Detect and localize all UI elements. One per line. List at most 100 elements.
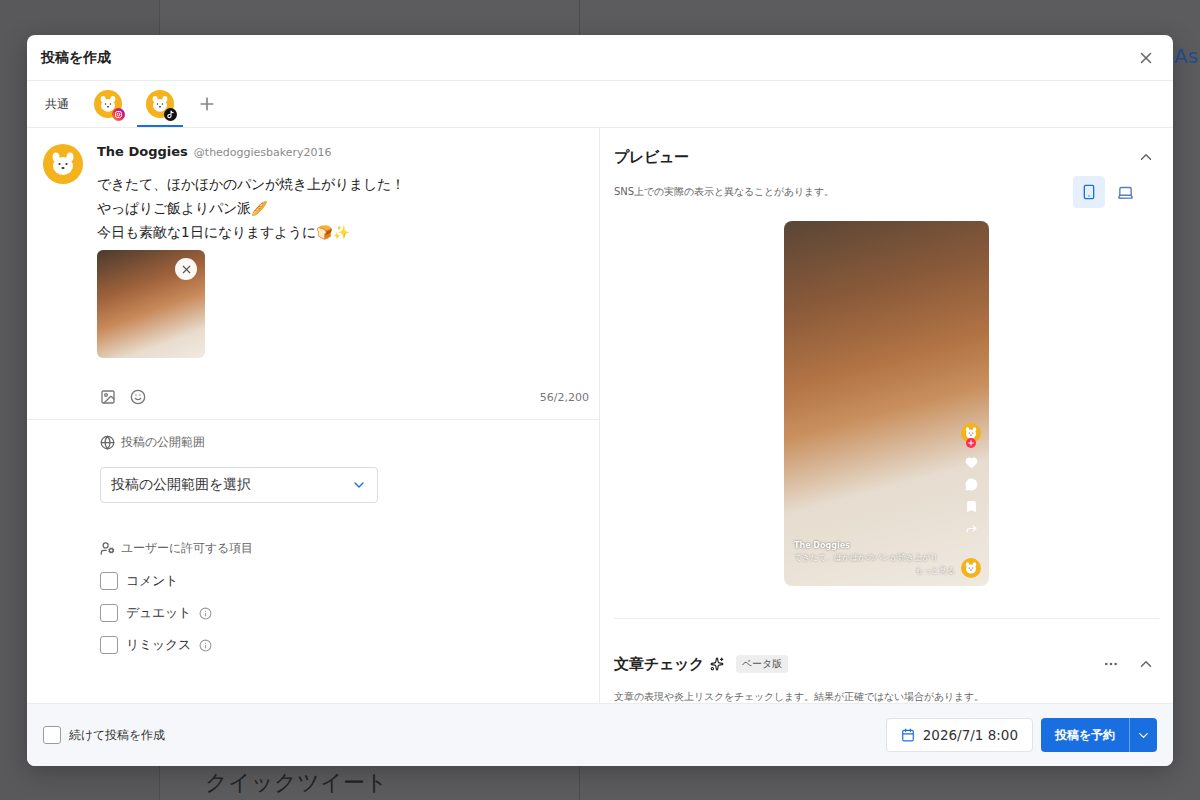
post-text[interactable]: できたて、ほかほかのパンが焼き上がりました！やっぱりご飯よりパン派🥖今日も素敵な… <box>97 172 589 244</box>
follow-badge <box>966 438 976 448</box>
chevron-up-icon <box>1137 655 1155 673</box>
checkbox[interactable] <box>100 572 118 590</box>
post-line: 今日も素敵な1日になりますように🍞✨ <box>97 220 589 244</box>
add-image-button[interactable] <box>97 386 119 408</box>
heart-icon <box>965 456 978 469</box>
char-count: 56/2,200 <box>540 391 589 404</box>
music-disc <box>961 558 981 578</box>
text-check-actions <box>1099 651 1159 677</box>
text-check-section: 文章チェックベータ版文章の表現や炎上リスクをチェックします。結果が正確ではない場… <box>614 619 1159 705</box>
chevron-down-icon <box>1136 728 1151 743</box>
visibility-select[interactable]: 投稿の公開範囲を選択 <box>100 467 378 503</box>
emoji-button[interactable] <box>127 386 149 408</box>
footer-actions: 2026/7/1 8:00投稿を予約 <box>886 718 1157 752</box>
permission-checkbox[interactable]: リミックス <box>100 629 599 661</box>
attached-image <box>97 250 205 358</box>
side-panel: プレビュー SNS上での実際の表示と異なることがあります。 The Doggiesで… <box>600 128 1173 703</box>
preview-title: プレビュー <box>614 148 689 167</box>
phone-actions <box>961 423 981 535</box>
network-badge <box>112 108 125 121</box>
instagram-icon <box>112 108 125 121</box>
continue-checkbox[interactable]: 続けて投稿を作成 <box>43 726 165 744</box>
info-icon[interactable] <box>199 607 212 620</box>
profile-avatar-icon <box>43 144 83 184</box>
text-check-header: 文章チェックベータ版 <box>614 649 1159 679</box>
chevron-up-icon <box>1137 148 1155 166</box>
device-toggles <box>1073 176 1159 208</box>
account-avatar <box>146 90 174 118</box>
phone-avatar <box>961 423 981 443</box>
more-icon <box>1103 656 1119 672</box>
preview-subrow: SNS上での実際の表示と異なることがあります。 <box>614 176 1159 208</box>
schedule-post-button[interactable]: 投稿を予約 <box>1041 718 1129 752</box>
permissions-label: ユーザーに許可する項目 <box>100 539 599 557</box>
composer-main: The Doggies @thedoggiesbakery2016 できたて、ほかほ… <box>97 144 589 415</box>
preview-note: SNS上での実際の表示と異なることがあります。 <box>614 184 834 200</box>
account-tab[interactable] <box>137 81 183 127</box>
network-badge <box>164 108 177 121</box>
phone-caption-text: できたて、ほかほかのパンが焼き上がり <box>794 552 955 563</box>
permission-checkbox[interactable]: コメント <box>100 565 599 597</box>
dialog-footer: 続けて投稿を作成 2026/7/1 8:00投稿を予約 <box>27 703 1173 766</box>
share-icon <box>965 522 978 535</box>
collapse-text-check-button[interactable] <box>1133 651 1159 677</box>
dialog-title: 投稿を作成 <box>41 49 111 67</box>
remove-icon <box>180 263 193 276</box>
post-line: できたて、ほかほかのパンが焼き上がりました！ <box>97 172 589 196</box>
device-toggle[interactable] <box>1109 176 1141 208</box>
sparkles-icon <box>710 657 724 671</box>
dialog-header: 投稿を作成 <box>27 35 1173 81</box>
close-icon <box>1137 49 1155 67</box>
plus-icon <box>197 94 217 114</box>
text-check-title: 文章チェックベータ版 <box>614 655 788 674</box>
checkbox[interactable] <box>100 604 118 622</box>
checkbox[interactable] <box>43 726 61 744</box>
tiktok-icon <box>164 108 177 121</box>
phone-caption: The Doggiesできたて、ほかほかのパンが焼き上がりもっと見る <box>794 541 955 576</box>
post-settings: 投稿の公開範囲投稿の公開範囲を選択ユーザーに許可する項目コメントデュエットリミッ… <box>27 420 599 661</box>
image-icon <box>100 389 116 405</box>
smile-icon <box>130 389 146 405</box>
dialog-body: The Doggies @thedoggiesbakery2016 できたて、ほかほ… <box>27 128 1173 703</box>
smartphone-icon <box>1081 184 1097 200</box>
bookmark-icon <box>965 500 978 513</box>
schedule-options-button[interactable] <box>1129 718 1157 752</box>
composer: The Doggies @thedoggiesbakery2016 できたて、ほかほ… <box>27 128 599 420</box>
schedule-split-button: 投稿を予約 <box>1041 718 1157 752</box>
add-account-button[interactable] <box>189 81 225 127</box>
account-name: The Doggies <box>97 144 188 159</box>
collapse-preview-button[interactable] <box>1133 144 1159 170</box>
schedule-date-field[interactable]: 2026/7/1 8:00 <box>886 718 1033 752</box>
checkbox[interactable] <box>100 636 118 654</box>
permission-checkbox[interactable]: デュエット <box>100 597 599 629</box>
account-avatar <box>94 90 122 118</box>
background-header-text: As <box>1174 44 1200 68</box>
visibility-label: 投稿の公開範囲 <box>100 433 599 451</box>
preview-section: プレビュー SNS上での実際の表示と異なることがあります。 The Doggiesで… <box>614 128 1159 619</box>
plus-icon <box>967 439 975 447</box>
laptop-icon <box>1117 184 1134 201</box>
phone-preview: The Doggiesできたて、ほかほかのパンが焼き上がりもっと見る <box>784 221 989 586</box>
post-line: やっぱりご飯よりパン派🥖 <box>97 196 589 220</box>
account-tab[interactable] <box>85 81 131 127</box>
comment-icon <box>965 478 978 491</box>
background-section-title: クイックツイート <box>160 770 579 800</box>
close-button[interactable] <box>1133 45 1159 71</box>
info-icon[interactable] <box>199 639 212 652</box>
music-disc-icon <box>961 558 981 578</box>
composer-toolbar: 56/2,200 <box>97 379 589 415</box>
account-tabs: 共通 <box>27 81 1173 128</box>
permissions-list: コメントデュエットリミックス <box>100 565 599 661</box>
account-name-row: The Doggies @thedoggiesbakery2016 <box>97 144 589 162</box>
calendar-icon <box>901 728 915 742</box>
device-toggle[interactable] <box>1073 176 1105 208</box>
account-handle: @thedoggiesbakery2016 <box>194 146 332 159</box>
app-background: クイックツイート As 投稿を作成共通 The Doggies @thedoggiesb… <box>0 0 1200 800</box>
preview-header: プレビュー <box>614 142 1159 172</box>
common-tab[interactable]: 共通 <box>45 81 79 127</box>
create-post-dialog: 投稿を作成共通 The Doggies @thedoggiesbakery2016 で… <box>27 35 1173 766</box>
more-button[interactable] <box>1099 652 1123 676</box>
beta-badge: ベータ版 <box>736 655 788 673</box>
user-settings-icon <box>100 541 115 556</box>
remove-image-button[interactable] <box>175 258 197 280</box>
